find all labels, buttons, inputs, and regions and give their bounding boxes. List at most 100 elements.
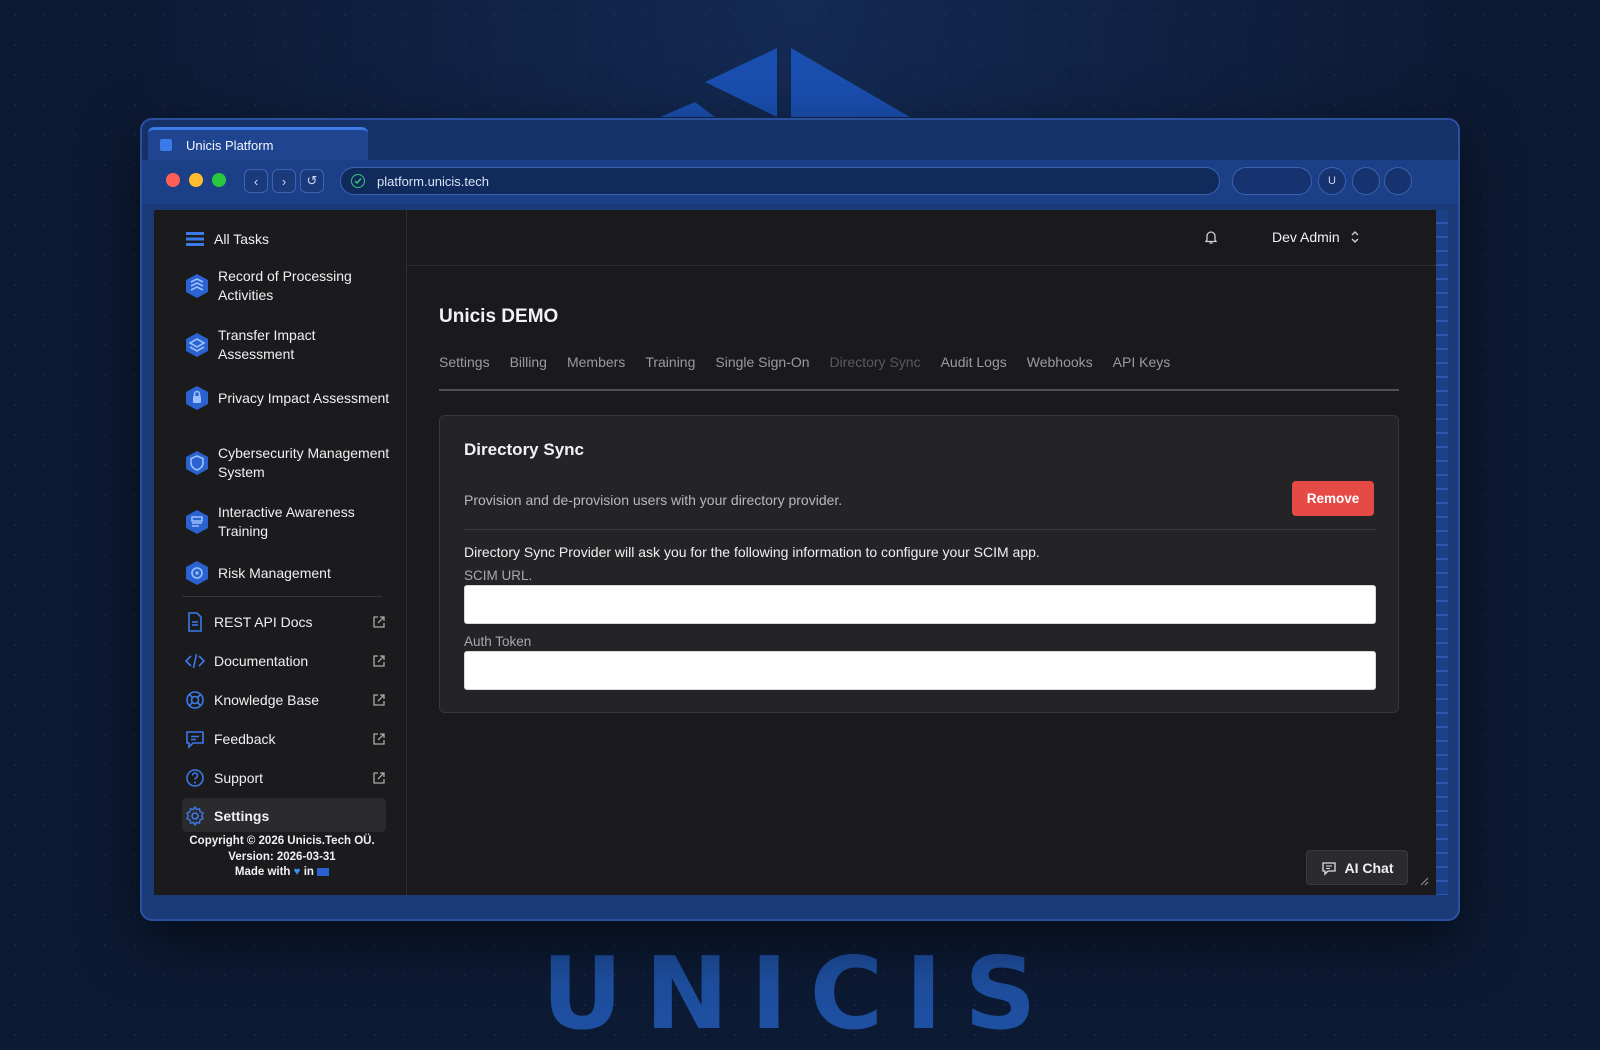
profile-avatar[interactable]: U [1318, 167, 1346, 195]
maximize-window-button[interactable] [212, 173, 226, 187]
unicis-logo-mark [660, 48, 910, 117]
settings-tabs: Settings Billing Members Training Single… [439, 354, 1399, 391]
auth-token-label: Auth Token [464, 634, 532, 649]
sidebar-item-label: Transfer Impact Assessment [218, 327, 316, 362]
sidebar-item-label: Cybersecurity Management System [218, 445, 390, 480]
card-title: Directory Sync [464, 440, 584, 459]
address-bar[interactable]: platform.unicis.tech [340, 167, 1220, 195]
sidebar-item-settings[interactable]: Settings [184, 805, 394, 827]
user-menu[interactable]: Dev Admin [1272, 229, 1360, 245]
scim-url-input[interactable] [464, 585, 1376, 624]
tab-settings[interactable]: Settings [439, 354, 490, 389]
browser-menu-button[interactable] [1384, 167, 1412, 195]
secure-connection-icon [351, 174, 365, 188]
external-link-icon [373, 694, 385, 706]
sidebar-item-documentation[interactable]: Documentation [184, 650, 394, 672]
tab-members[interactable]: Members [567, 354, 625, 389]
sidebar-item-label: Feedback [214, 731, 276, 747]
version-text: Version: 2026-03-31 [228, 850, 336, 863]
sidebar-item-support[interactable]: Support [184, 767, 394, 789]
sidebar-item-rest-api-docs[interactable]: REST API Docs [184, 611, 394, 633]
user-name: Dev Admin [1272, 229, 1340, 245]
tab-training[interactable]: Training [645, 354, 695, 389]
directory-sync-card: Directory Sync Provision and de-provisio… [439, 415, 1399, 713]
sidebar-item-pia[interactable]: Privacy Impact Assessment [184, 385, 394, 411]
chevron-right-icon: › [281, 173, 287, 189]
tab-billing[interactable]: Billing [510, 354, 547, 389]
question-circle-icon [186, 769, 204, 787]
sidebar-item-label: REST API Docs [214, 614, 313, 630]
external-link-icon [373, 772, 385, 784]
sidebar-item-label: Documentation [214, 653, 309, 669]
made-with-line: Made with ♥ in [174, 865, 390, 881]
sidebar-item-label: Settings [214, 808, 270, 824]
flag-icon [317, 867, 330, 876]
sidebar-footer: Copyright © 2026 Unicis.Tech OÜ. Version… [174, 834, 390, 881]
ai-chat-label: AI Chat [1344, 859, 1394, 876]
sidebar-item-risk-management[interactable]: Risk Management [184, 560, 394, 586]
lifebuoy-icon [186, 691, 204, 709]
chat-icon [1321, 861, 1336, 876]
unicis-wordmark: UNICIS [542, 940, 1059, 1040]
in-text: in [303, 866, 314, 878]
tia-module-icon [186, 333, 208, 357]
url-text: platform.unicis.tech [377, 173, 489, 189]
chevron-left-icon: ‹ [253, 173, 259, 189]
window-edge [1436, 210, 1448, 895]
external-link-icon [373, 733, 385, 745]
sidebar-item-label: Risk Management [218, 565, 331, 581]
sidebar-item-csms[interactable]: Cybersecurity Management System [184, 444, 394, 482]
notification-bell-icon[interactable] [1203, 229, 1219, 245]
sidebar-item-all-tasks[interactable]: All Tasks [184, 228, 394, 250]
svg-text:UNICIS: UNICIS [542, 940, 1059, 1040]
minimize-window-button[interactable] [189, 173, 203, 187]
sidebar: All Tasks Record of Processing Activitie… [154, 210, 407, 895]
extension-button[interactable] [1352, 167, 1380, 195]
remove-button[interactable]: Remove [1292, 481, 1374, 516]
tab-single-sign-on[interactable]: Single Sign-On [715, 354, 809, 389]
sidebar-item-knowledge-base[interactable]: Knowledge Base [184, 689, 394, 711]
tab-directory-sync[interactable]: Directory Sync [830, 354, 921, 389]
resize-handle-icon[interactable] [1417, 874, 1429, 886]
list-icon [186, 232, 204, 246]
gear-icon [186, 805, 204, 827]
external-link-icon [373, 616, 385, 628]
sidebar-item-label: Support [214, 770, 264, 786]
external-link-icon [373, 655, 385, 667]
chevron-up-down-icon [1351, 231, 1359, 243]
sidebar-item-tia[interactable]: Transfer Impact Assessment [184, 326, 394, 364]
back-button[interactable]: ‹ [244, 169, 268, 193]
card-divider [464, 529, 1376, 530]
pia-module-icon [186, 386, 208, 410]
card-description: Provision and de-provision users with yo… [464, 492, 843, 508]
close-window-button[interactable] [166, 173, 180, 187]
iat-module-icon [186, 510, 208, 534]
page-title: Unicis DEMO [439, 306, 559, 327]
tab-webhooks[interactable]: Webhooks [1027, 354, 1093, 389]
sidebar-item-label: Privacy Impact Assessment [218, 389, 390, 406]
sidebar-item-label: Record of Processing Activities [218, 268, 352, 303]
ai-chat-button[interactable]: AI Chat [1306, 850, 1408, 885]
extension-pill[interactable] [1232, 167, 1312, 195]
sidebar-item-ropa[interactable]: Record of Processing Activities [184, 267, 394, 305]
risk-module-icon [186, 561, 208, 585]
scim-url-label: SCIM URL. [464, 568, 533, 583]
browser-tabstrip: Unicis Platform [142, 120, 1458, 160]
sidebar-item-feedback[interactable]: Feedback [184, 728, 394, 750]
made-with-text: Made with [234, 866, 291, 878]
csms-module-icon [186, 451, 208, 475]
sidebar-item-iat[interactable]: Interactive Awareness Training [184, 503, 394, 541]
profile-initial: U [1328, 175, 1336, 187]
auth-token-input[interactable] [464, 651, 1376, 690]
reload-button[interactable]: ↺ [300, 169, 324, 193]
browser-tab[interactable]: Unicis Platform [148, 127, 368, 160]
forward-button[interactable]: › [272, 169, 296, 193]
code-icon [184, 653, 206, 669]
ropa-module-icon [186, 274, 208, 298]
app-viewport: All Tasks Record of Processing Activitie… [154, 210, 1436, 895]
tab-audit-logs[interactable]: Audit Logs [941, 354, 1007, 389]
browser-toolbar: ‹ › ↺ platform.unicis.tech U [142, 160, 1458, 204]
browser-window: Unicis Platform ‹ › ↺ platform.unicis.te… [140, 118, 1460, 921]
tab-api-keys[interactable]: API Keys [1113, 354, 1171, 389]
sidebar-divider [182, 596, 382, 597]
